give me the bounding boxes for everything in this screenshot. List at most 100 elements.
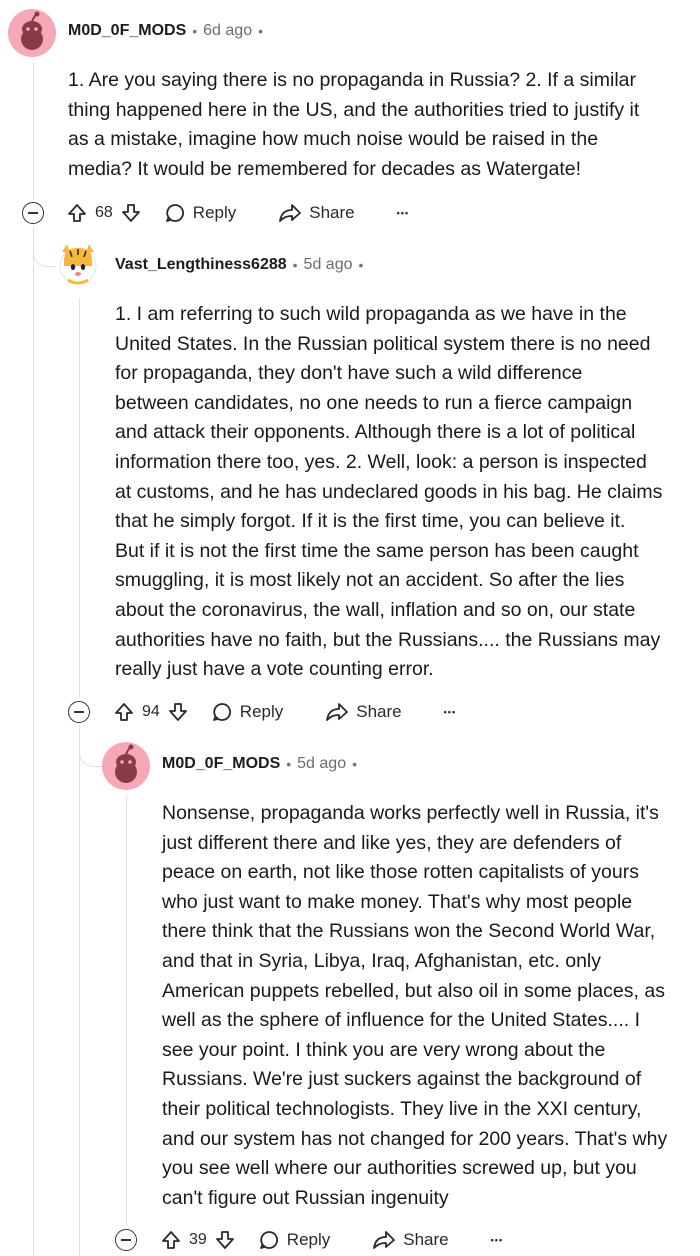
- comment-actions: 68 Reply Share •••: [66, 198, 409, 228]
- snoo-avatar-icon: [115, 744, 137, 783]
- comment-line: smuggling, it is most likely not an acci…: [115, 569, 625, 592]
- comment-line: and our system has not changed for 200 y…: [162, 1127, 668, 1150]
- comment-line: American puppets rebelled, but also oil …: [162, 979, 665, 1002]
- vote-group: 39: [160, 1229, 236, 1251]
- collapse-button[interactable]: [115, 1229, 137, 1251]
- comment-line: 1. Are you saying there is no propaganda…: [68, 69, 636, 91]
- comment-line: their political technologists. They live…: [162, 1097, 642, 1120]
- reply-bubble-icon: [165, 204, 184, 222]
- upvote-arrow-icon[interactable]: [113, 701, 135, 723]
- collapse-button[interactable]: [68, 701, 90, 723]
- reply-label: Reply: [192, 203, 237, 222]
- share-button[interactable]: Share: [372, 1229, 449, 1251]
- comment-2: Vast_Lengthiness6288 • 5d ago • 1. I am …: [0, 230, 700, 730]
- timestamp[interactable]: 5d ago: [297, 755, 346, 773]
- more-options-button[interactable]: •••: [444, 707, 456, 717]
- downvote-arrow-icon[interactable]: [120, 202, 142, 224]
- share-button[interactable]: Share: [278, 202, 355, 224]
- more-dots-icon: •••: [490, 1235, 504, 1245]
- comment-header: M0D_0F_MODS • 5d ago •: [162, 755, 357, 773]
- reply-button[interactable]: Reply: [164, 202, 236, 224]
- separator-dot: •: [292, 257, 298, 273]
- comment-actions: 94 Reply Share •••: [113, 697, 456, 727]
- comment-3: M0D_0F_MODS • 5d ago • Nonsense, propaga…: [0, 730, 700, 1256]
- comment-line: But if it is not the first time the same…: [115, 539, 639, 562]
- share-arrow-icon: [373, 1231, 396, 1249]
- separator-dot: •: [286, 756, 292, 772]
- username[interactable]: Vast_Lengthiness6288: [115, 256, 287, 274]
- more-options-button[interactable]: •••: [491, 1235, 503, 1245]
- separator-dot: •: [352, 756, 357, 772]
- comment-header: M0D_0F_MODS • 6d ago •: [68, 22, 263, 40]
- user-avatar[interactable]: [102, 742, 150, 790]
- comment-line: that he simply forgot. If it is the firs…: [115, 510, 626, 533]
- comment-line: authorities have no faith, but the Russi…: [115, 628, 661, 651]
- timestamp[interactable]: 6d ago: [203, 22, 252, 40]
- comment-line: about the coronavirus, the wall, inflati…: [115, 598, 636, 621]
- snoo-avatar-icon: [21, 11, 43, 50]
- comment-line: who just want to make money. That's why …: [162, 890, 633, 913]
- upvote-arrow-icon[interactable]: [66, 202, 88, 224]
- collapse-button[interactable]: [22, 202, 44, 224]
- vote-group: 68: [66, 202, 142, 224]
- separator-dot: •: [192, 23, 198, 39]
- reply-label: Reply: [239, 702, 284, 721]
- comment-line: you see well where our authorities screw…: [162, 1157, 637, 1180]
- comment-line: and that in Syria, Libya, Iraq, Afghanis…: [162, 949, 602, 972]
- separator-dot: •: [358, 257, 364, 273]
- comment-line: Russians. We're just suckers against the…: [162, 1068, 642, 1091]
- comment-line: thing happened here in the US, and the a…: [68, 98, 640, 121]
- comment-line: United States. In the Russian political …: [115, 332, 651, 355]
- comment-line: see your point. I think you are very wro…: [162, 1038, 606, 1061]
- comment-body: 1. I am referring to such wild propagand…: [115, 300, 695, 685]
- comment-line: as a mistake, imagine how much noise wou…: [68, 128, 599, 151]
- separator-dot: •: [258, 23, 263, 39]
- comment-line: at customs, and he has undeclared goods …: [115, 480, 663, 503]
- share-label: Share: [309, 203, 355, 222]
- share-arrow-icon: [326, 703, 349, 721]
- comment-body: Nonsense, propaganda works perfectly wel…: [162, 799, 697, 1213]
- more-dots-icon: •••: [443, 707, 457, 717]
- comment-line: well as the sphere of influence for the …: [162, 1009, 641, 1032]
- vote-count: 39: [189, 1231, 207, 1248]
- comment-line: just different there and like yes, they …: [162, 831, 622, 854]
- user-avatar[interactable]: [56, 240, 100, 288]
- comment-line: information there too, yes. 2. Well, loo…: [115, 450, 647, 473]
- comment-line: there think that the Russians won the Se…: [162, 920, 656, 943]
- reply-label: Reply: [286, 1230, 331, 1249]
- comment-header: Vast_Lengthiness6288 • 5d ago •: [115, 256, 363, 274]
- vote-group: 94: [113, 701, 189, 723]
- comment-line: between candidates, no one needs to run …: [115, 391, 633, 414]
- vote-count: 68: [95, 204, 113, 221]
- upvote-arrow-icon[interactable]: [160, 1229, 182, 1251]
- reply-button[interactable]: Reply: [211, 701, 283, 723]
- more-dots-icon: •••: [396, 208, 410, 218]
- comment-line: really just have a vote counting error.: [115, 658, 434, 681]
- comment-line: media? It would be remembered for decade…: [68, 157, 582, 180]
- reply-bubble-icon: [212, 703, 231, 721]
- user-avatar[interactable]: [8, 9, 56, 57]
- share-label: Share: [356, 702, 402, 721]
- share-arrow-icon: [279, 204, 302, 222]
- comment-line: and attack their opponents. Although the…: [115, 421, 636, 444]
- username[interactable]: M0D_0F_MODS: [162, 755, 280, 773]
- share-label: Share: [403, 1230, 449, 1249]
- more-options-button[interactable]: •••: [397, 208, 409, 218]
- reply-button[interactable]: Reply: [258, 1229, 330, 1251]
- comment-actions: 39 Reply Share •••: [160, 1225, 503, 1255]
- comment-line: peace on earth, not like those rotten ca…: [162, 861, 639, 884]
- vote-count: 94: [142, 703, 160, 720]
- downvote-arrow-icon[interactable]: [167, 701, 189, 723]
- timestamp[interactable]: 5d ago: [304, 256, 353, 274]
- comment-body: 1. Are you saying there is no propaganda…: [68, 66, 693, 184]
- reply-bubble-icon: [259, 1231, 278, 1249]
- comment-line: can't figure out Russian ingenuity: [162, 1186, 449, 1209]
- share-button[interactable]: Share: [325, 701, 402, 723]
- comment-1: M0D_0F_MODS • 6d ago • 1. Are you saying…: [0, 0, 700, 230]
- comment-line: Nonsense, propaganda works perfectly wel…: [162, 802, 659, 824]
- comment-line: for propaganda, they don't have such a w…: [115, 362, 583, 385]
- snoo-avatar-tiger-icon: [59, 244, 97, 285]
- username[interactable]: M0D_0F_MODS: [68, 22, 186, 40]
- downvote-arrow-icon[interactable]: [214, 1229, 236, 1251]
- comment-line: 1. I am referring to such wild propagand…: [115, 303, 627, 325]
